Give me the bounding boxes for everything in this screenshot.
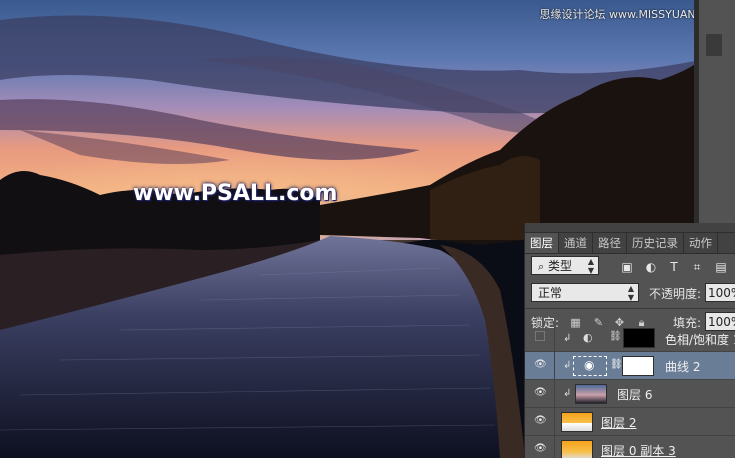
- chevron-updown-icon: ▲ ▼: [627, 284, 634, 302]
- opacity-input[interactable]: 100%: [705, 283, 735, 302]
- adjustment-filter-icon[interactable]: ◐: [643, 259, 659, 275]
- visibility-off-box: [535, 331, 545, 341]
- layer-name[interactable]: 色相/饱和度 1: [665, 331, 735, 348]
- panel-collapse-button[interactable]: [706, 34, 722, 56]
- layer-row-layer-2[interactable]: 👁︎ 图层 2: [525, 408, 735, 436]
- type-filter-icon[interactable]: T: [666, 259, 682, 275]
- layer-thumbnail[interactable]: [575, 384, 607, 404]
- layer-mask-thumbnail[interactable]: [622, 356, 654, 376]
- adjustment-layer-icon: ◐: [583, 331, 593, 344]
- blend-mode-select[interactable]: 正常 ▲ ▼: [531, 283, 639, 302]
- layer-name[interactable]: 图层 2: [601, 414, 636, 431]
- tab-history[interactable]: 历史记录: [627, 233, 684, 253]
- smart-object-filter-icon[interactable]: ▤: [713, 259, 729, 275]
- layer-name[interactable]: 图层 6: [617, 386, 652, 403]
- visibility-toggle[interactable]: [525, 327, 555, 351]
- opacity-label: 不透明度:: [649, 287, 702, 301]
- strip-divider: [694, 0, 699, 223]
- layer-row-curves-2[interactable]: 👁︎ ↲ ◉ ⛓ 曲线 2: [525, 352, 735, 380]
- blend-mode-value: 正常: [538, 286, 563, 300]
- clipping-mask-icon: ↲: [563, 388, 572, 399]
- curves-icon: ◉: [584, 358, 595, 372]
- layer-name[interactable]: 图层 0 副本 3: [601, 442, 676, 458]
- layer-filter-label: 类型: [548, 259, 573, 273]
- layer-name[interactable]: 曲线 2: [665, 358, 700, 375]
- link-chain-icon: ⛓: [609, 331, 622, 342]
- visibility-toggle[interactable]: 👁︎: [525, 436, 555, 458]
- layer-row-hue-saturation[interactable]: ↲ ◐ ⛓ 色相/饱和度 1: [525, 327, 735, 352]
- layer-row-layer-0-copy-3[interactable]: 👁︎ 图层 0 副本 3: [525, 436, 735, 458]
- layer-filter-select[interactable]: ⌕ 类型 ▲ ▼: [531, 256, 599, 275]
- layer-mask-thumbnail[interactable]: [623, 328, 655, 348]
- tab-paths[interactable]: 路径: [593, 233, 627, 253]
- link-chain-icon: ⛓: [610, 359, 623, 370]
- eye-icon: 👁︎: [534, 359, 547, 370]
- panel-divider: [525, 308, 735, 309]
- layer-row-layer-6[interactable]: 👁︎ ↲ 图层 6: [525, 380, 735, 408]
- clipping-mask-icon: ↲: [563, 360, 572, 371]
- eye-icon: 👁︎: [534, 415, 547, 426]
- eye-icon: 👁︎: [534, 387, 547, 398]
- layer-thumbnail[interactable]: [561, 412, 593, 432]
- tab-layers[interactable]: 图层: [525, 233, 559, 253]
- panel-title-bar[interactable]: [525, 223, 735, 233]
- image-filter-icon[interactable]: ▣: [619, 259, 635, 275]
- layers-panel: 图层 通道 路径 历史记录 动作 ⌕ 类型 ▲ ▼ ▣ ◐ T ⌗ ▤ 正常 ▲ ▼…: [524, 223, 735, 458]
- visibility-toggle[interactable]: 👁︎: [525, 408, 555, 435]
- workspace-side-strip: [694, 0, 735, 223]
- watermark-psall: www.PSALL.com: [133, 181, 338, 206]
- tab-actions[interactable]: 动作: [684, 233, 718, 253]
- shape-filter-icon[interactable]: ⌗: [689, 259, 705, 275]
- panel-tabs: 图层 通道 路径 历史记录 动作: [525, 233, 735, 254]
- tab-channels[interactable]: 通道: [559, 233, 593, 253]
- clipping-mask-icon: ↲: [563, 333, 572, 344]
- visibility-toggle[interactable]: 👁︎: [525, 352, 555, 379]
- search-icon: ⌕: [538, 260, 545, 273]
- adjustment-thumbnail[interactable]: ◉: [573, 356, 607, 376]
- eye-icon: 👁︎: [534, 443, 547, 454]
- layer-thumbnail[interactable]: [561, 440, 593, 458]
- chevron-updown-icon: ▲ ▼: [587, 257, 594, 275]
- visibility-toggle[interactable]: 👁︎: [525, 380, 555, 407]
